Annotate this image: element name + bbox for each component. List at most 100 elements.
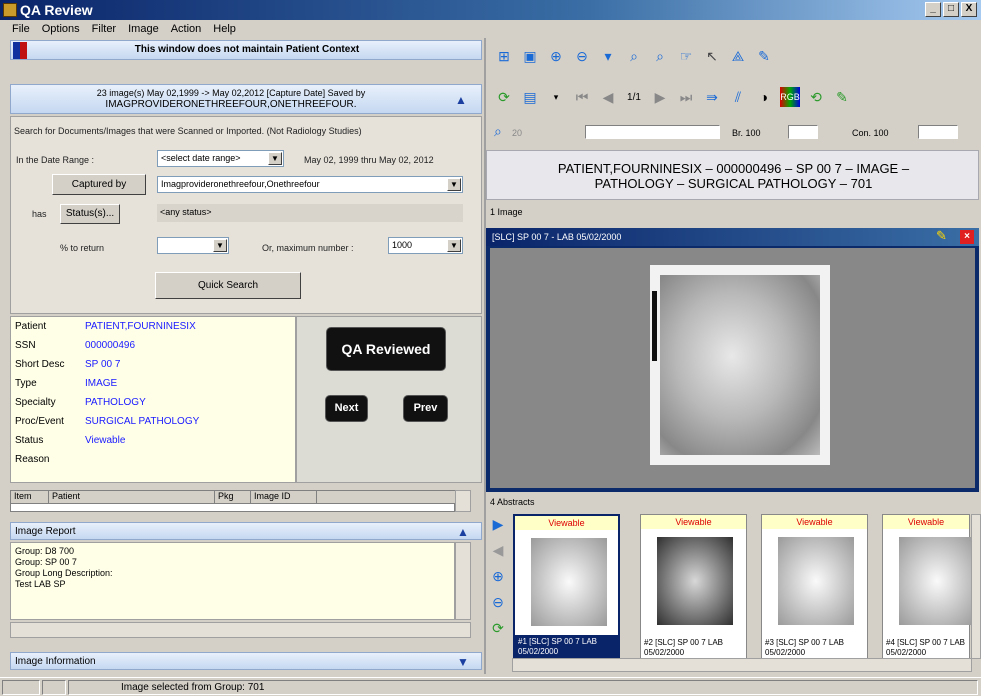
brightness-slider[interactable] [788,125,818,139]
captured-by-select[interactable]: Imagprovideronethreefour,Onethreefour ▼ [157,176,463,193]
zoom-out-icon[interactable]: ⊖ [572,46,592,66]
abstract-thumbnail[interactable]: Viewable #1 [SLC] SP 00 7 LAB 05/02/2000 [513,514,620,659]
percent-select[interactable]: ▼ [157,237,229,254]
title-bar: QA Review _ □ X [0,0,981,20]
thumbs-hscrollbar[interactable] [512,658,972,672]
zoom-out-icon[interactable]: ⊖ [488,592,508,612]
back-icon[interactable]: ◀ [488,540,508,560]
menu-bar: File Options Filter Image Action Help [0,20,981,38]
date-range-text: May 02, 1999 thru May 02, 2012 [304,155,434,165]
close-icon[interactable]: × [960,230,974,244]
grid-col-image-id[interactable]: Image ID [251,491,317,503]
annotate-icon[interactable]: ✎ [754,46,774,66]
chevron-down-icon[interactable]: ▾ [546,87,566,107]
arrows-icon[interactable]: ⇛ [702,87,722,107]
menu-filter[interactable]: Filter [92,23,116,35]
first-page-icon[interactable]: ⏮ [572,87,592,107]
edit-pencil-icon[interactable]: ✎ [832,87,852,107]
refresh-icon[interactable]: ⟳ [488,618,508,638]
edit-pencil-icon[interactable]: ✎ [936,228,947,244]
chevron-down-icon[interactable]: ▼ [447,178,461,191]
zoom-fit-icon[interactable]: ⌕ [624,46,644,66]
previous-page-icon[interactable]: ◀ [598,87,618,107]
zoom-actual-icon[interactable]: ⌕ [650,46,670,66]
status-bar: Image selected from Group: 701 [0,677,981,696]
info-key: Patient [15,321,47,332]
invert-icon[interactable]: ◑ [754,87,774,107]
capture-summary: 23 image(s) May 02,1999 -> May 02,2012 [… [10,84,482,114]
zoom-menu-icon[interactable]: ▾ [598,46,618,66]
minimize-button[interactable]: _ [925,2,941,17]
layout-grid-icon[interactable]: ⊞ [494,46,514,66]
info-key: SSN [15,340,36,351]
collapse-up-icon[interactable]: ▲ [457,525,469,539]
toolbar-row-1: ⊞ ▣ ⊕ ⊖ ▾ ⌕ ⌕ ☞ ↖ ⟁ ✎ [494,46,774,66]
play-icon[interactable]: ▶ [488,514,508,534]
color-icon[interactable]: RGB [780,87,800,107]
date-range-select[interactable]: <select date range> ▼ [157,150,284,167]
contrast-slider[interactable] [918,125,958,139]
report-vscrollbar[interactable] [455,542,471,620]
quick-search-button[interactable]: Quick Search [155,272,301,299]
zoom-in-icon[interactable]: ⊕ [488,566,508,586]
grid-col-patient[interactable]: Patient [49,491,162,503]
captured-by-button[interactable]: Captured by [52,174,146,195]
info-key: Specialty [15,397,56,408]
context-warning: This window does not maintain Patient Co… [134,44,360,55]
menu-action[interactable]: Action [171,23,202,35]
info-key: Proc/Event [15,416,64,427]
fit-image-icon[interactable]: ▣ [520,46,540,66]
image-info-header[interactable]: Image Information ▼ [10,652,482,670]
info-row-patient: Patient PATIENT,FOURNINESIX [15,321,196,332]
thumbs-vscrollbar[interactable] [971,514,981,659]
info-row-ssn: SSN 000000496 [15,340,135,351]
close-button[interactable]: X [961,2,977,17]
collapse-up-icon[interactable]: ▲ [455,93,467,107]
image-count: 1 Image [490,207,523,217]
grid-col-item[interactable]: Item [11,491,49,503]
capture-summary-line2: IMAGPROVIDERONETHREEFOUR,ONETHREEFOUR. [105,99,357,110]
document-icon[interactable]: ▤ [520,87,540,107]
status-button[interactable]: Status(s)... [60,204,120,224]
patient-header-line2: PATHOLOGY – SURGICAL PATHOLOGY – 701 [594,176,873,191]
chevron-down-icon[interactable]: ▼ [447,239,461,252]
abstract-thumbnail[interactable]: Viewable #3 [SLC] SP 00 7 LAB 05/02/2000 [761,514,868,659]
next-page-icon[interactable]: ▶ [650,87,670,107]
reset-icon[interactable]: ⟲ [806,87,826,107]
next-button[interactable]: Next [325,395,368,422]
info-value: PATHOLOGY [85,397,146,408]
menu-file[interactable]: File [12,23,30,35]
abstract-thumbnail[interactable]: Viewable #2 [SLC] SP 00 7 LAB 05/02/2000 [640,514,747,659]
info-row-reason: Reason [15,454,85,465]
image-canvas[interactable] [490,248,975,488]
report-hscrollbar[interactable] [10,622,471,638]
percent-label: % to return [60,243,105,253]
search-description: Search for Documents/Images that were Sc… [14,126,362,136]
grid-scrollbar[interactable] [455,490,471,512]
grid-col-pkg[interactable]: Pkg [215,491,251,503]
pointer-icon[interactable]: ↖ [702,46,722,66]
patient-header-line1: PATIENT,FOURNINESIX – 000000496 – SP 00 … [557,161,910,176]
status-message: Image selected from Group: 701 [68,680,978,695]
prev-button[interactable]: Prev [403,395,448,422]
measure-icon[interactable]: ⟁ [728,46,748,66]
abstract-thumbnail[interactable]: Viewable #4 [SLC] SP 00 7 LAB 05/02/2000 [882,514,975,659]
last-page-icon[interactable]: ⏭ [676,87,696,107]
flip-icon[interactable]: ⫽ [728,87,748,107]
pan-icon[interactable]: ☞ [676,46,696,66]
refresh-icon[interactable]: ⟳ [494,87,514,107]
info-key: Type [15,378,37,389]
info-key: Status [15,435,44,446]
maximize-button[interactable]: □ [943,2,959,17]
qa-reviewed-button[interactable]: QA Reviewed [326,327,446,371]
menu-help[interactable]: Help [213,23,236,35]
chevron-down-icon[interactable]: ▼ [213,239,227,252]
max-number-select[interactable]: 1000 ▼ [388,237,463,254]
zoom-slider[interactable] [585,125,720,139]
patient-info-box: Patient PATIENT,FOURNINESIX SSN 000000496 Sh… [10,316,296,483]
expand-down-icon[interactable]: ▼ [457,655,469,669]
menu-options[interactable]: Options [42,23,80,35]
chevron-down-icon[interactable]: ▼ [268,152,282,165]
menu-image[interactable]: Image [128,23,159,35]
zoom-in-icon[interactable]: ⊕ [546,46,566,66]
